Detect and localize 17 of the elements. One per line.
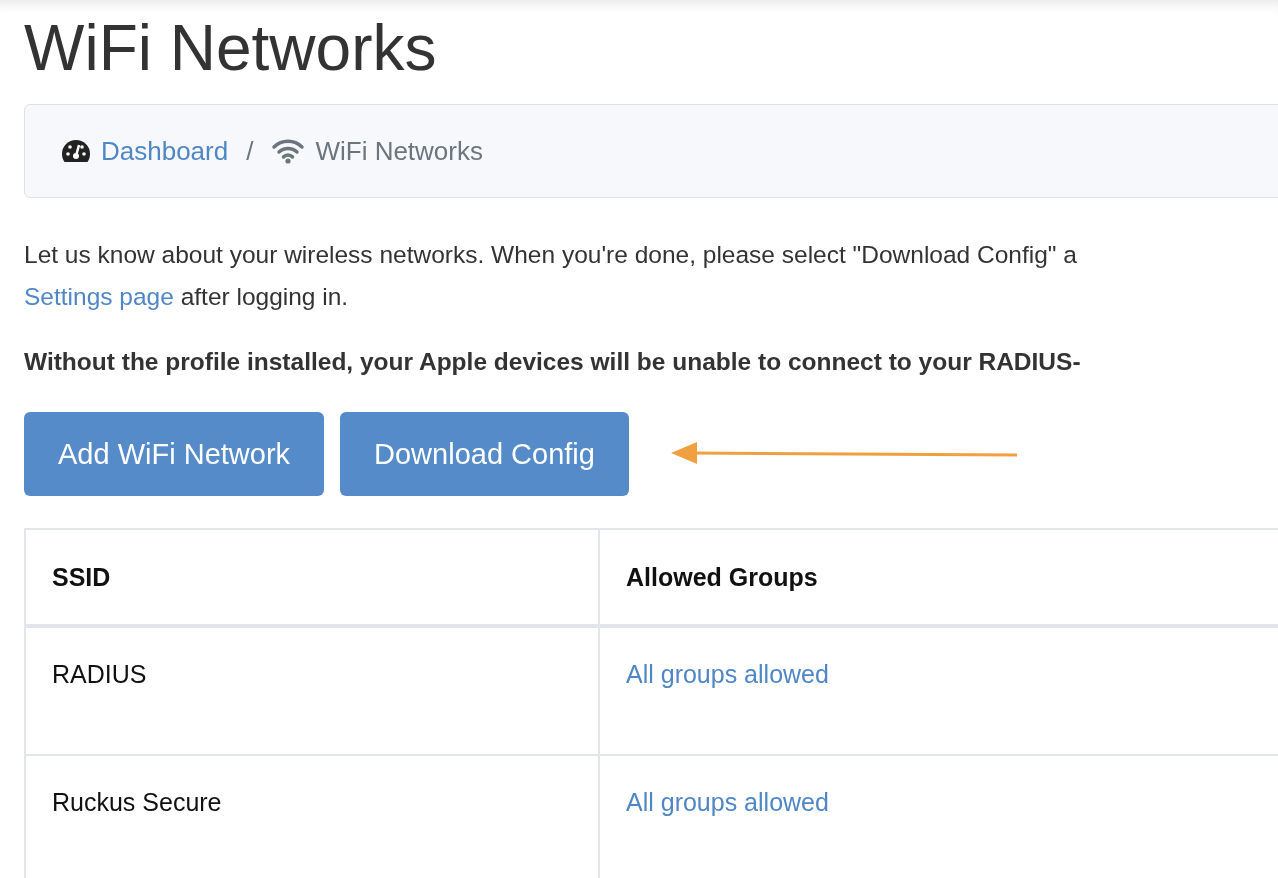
groups-link[interactable]: All groups allowed: [626, 788, 829, 816]
warning-text: Without the profile installed, your Apple devices will be unable to connect to your RADIUS-: [24, 348, 1082, 376]
page-title: WiFi Networks: [24, 11, 438, 86]
table-cell: RADIUS: [25, 626, 599, 755]
settings-link[interactable]: Settings page: [24, 283, 174, 310]
breadcrumb-current: WiFi Networks: [315, 135, 483, 167]
table-cell: Ruckus Secure: [25, 755, 599, 878]
dashboard-gauge-icon: [61, 139, 91, 163]
wifi-icon: [271, 138, 306, 164]
column-header: SSID: [25, 529, 599, 626]
download-config-button[interactable]: Download Config: [340, 412, 629, 496]
breadcrumb-separator: /: [246, 135, 254, 167]
intro-paragraph: Let us know about your wireless networks. When you're done, please select "Download Config" a Settings page after logging in.: [24, 240, 1078, 312]
column-header: Allowed Groups: [599, 529, 1278, 626]
groups-link[interactable]: All groups allowed: [626, 660, 829, 688]
breadcrumb-link[interactable]: Dashboard: [101, 135, 229, 167]
add-network-button[interactable]: Add WiFi Network: [24, 412, 325, 496]
